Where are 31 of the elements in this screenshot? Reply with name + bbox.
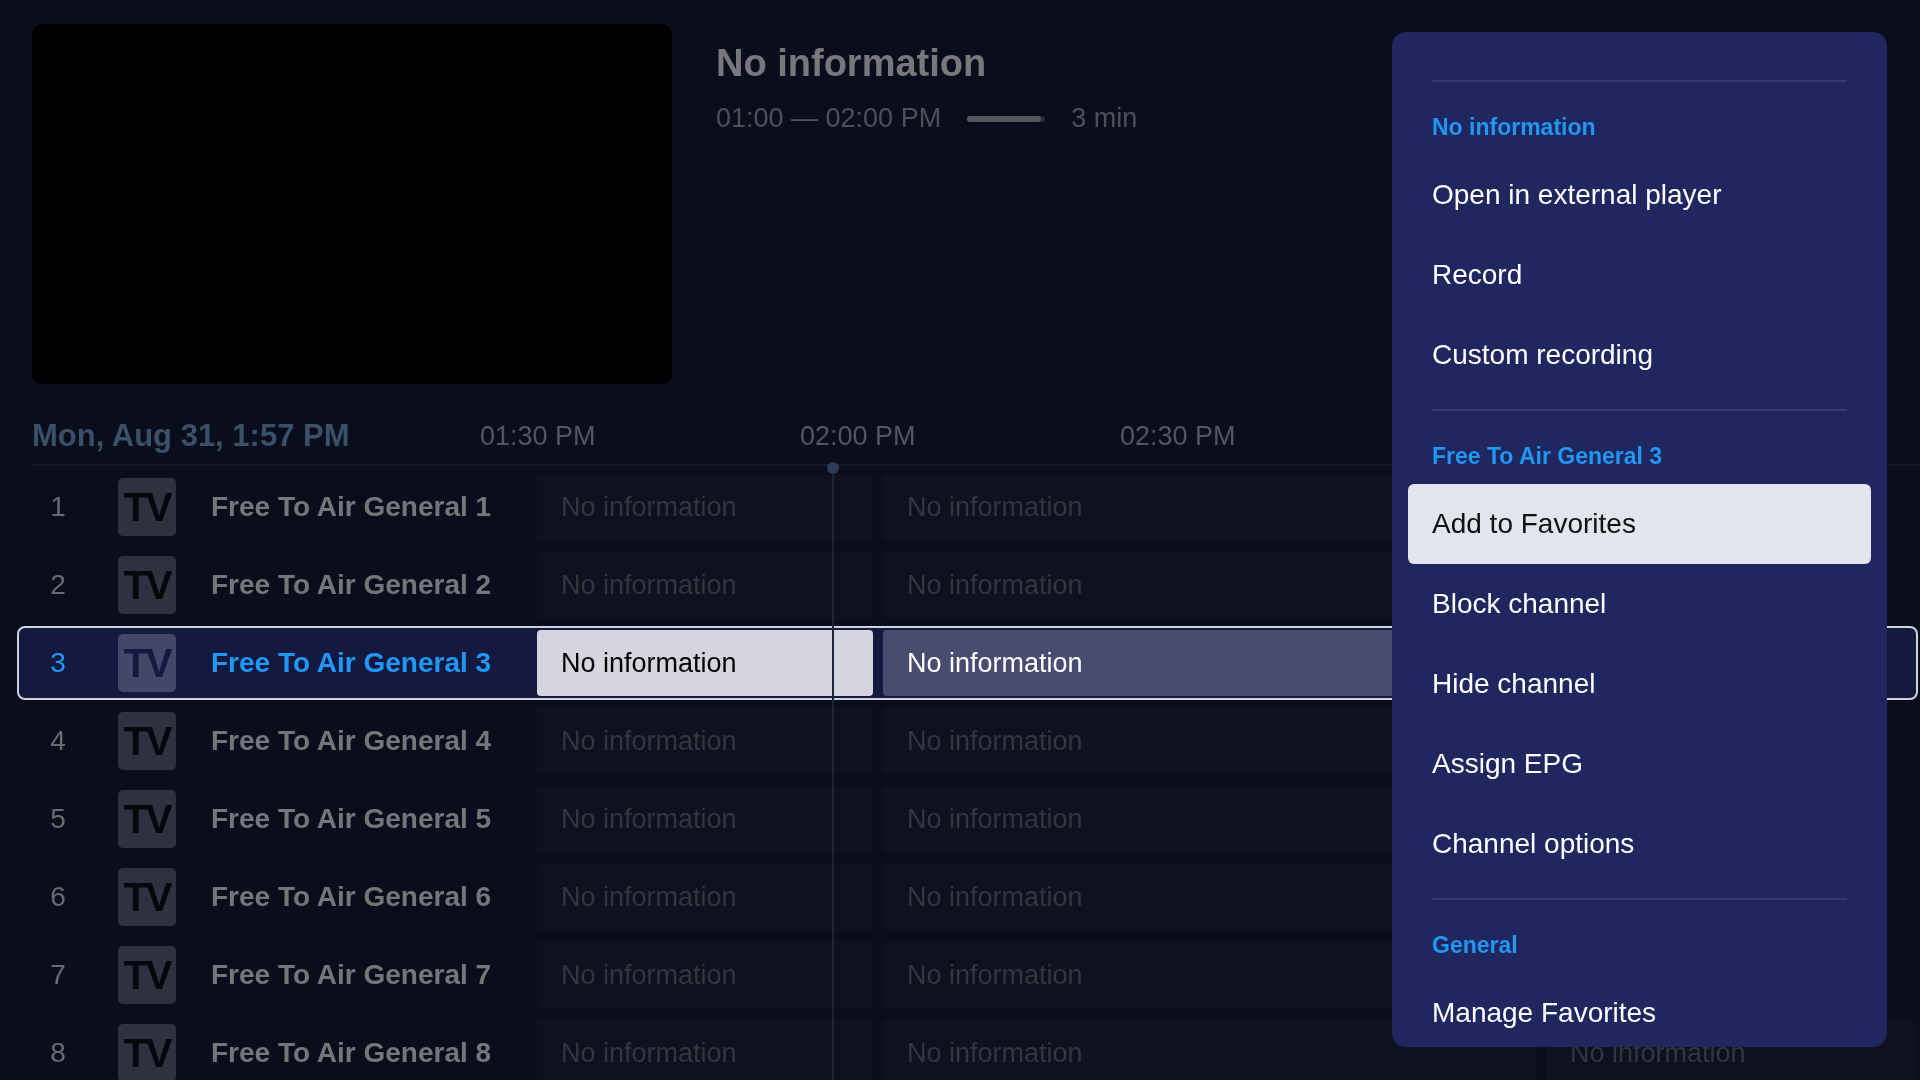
channel-number: 3 xyxy=(49,647,67,679)
channel-number: 2 xyxy=(49,569,67,601)
menu-section-header: Free To Air General 3 xyxy=(1432,443,1664,470)
time-slot-label: 02:00 PM xyxy=(800,420,917,452)
channel-name[interactable]: Free To Air General 6 xyxy=(176,881,537,913)
channel-name[interactable]: Free To Air General 7 xyxy=(176,959,537,991)
channel-name[interactable]: Free To Air General 3 xyxy=(176,647,537,679)
channel-number: 1 xyxy=(49,491,67,523)
channel-number: 5 xyxy=(49,803,67,835)
time-slot-label: 01:30 PM xyxy=(480,420,597,452)
channel-number: 4 xyxy=(49,725,67,757)
menu-item[interactable]: Open in external player xyxy=(1408,155,1871,235)
time-range: 01:00 — 02:00 PM xyxy=(716,103,942,134)
menu-section-header: No information xyxy=(1432,114,1597,141)
menu-item[interactable]: Add to Favorites xyxy=(1408,484,1871,564)
channel-name[interactable]: Free To Air General 8 xyxy=(176,1037,537,1069)
channel-number: 7 xyxy=(49,959,67,991)
remaining-time: 3 min xyxy=(1071,103,1138,134)
channel-name[interactable]: Free To Air General 4 xyxy=(176,725,537,757)
menu-item[interactable]: Record xyxy=(1408,235,1871,315)
channel-name[interactable]: Free To Air General 5 xyxy=(176,803,537,835)
channel-name[interactable]: Free To Air General 1 xyxy=(176,491,537,523)
program-cell[interactable]: No information xyxy=(537,630,873,696)
channel-number: 6 xyxy=(49,881,67,913)
program-title: No information xyxy=(716,42,988,85)
channel-number: 8 xyxy=(49,1037,67,1069)
time-slot-label: 02:30 PM xyxy=(1120,420,1237,452)
channel-name[interactable]: Free To Air General 2 xyxy=(176,569,537,601)
current-datetime: Mon, Aug 31, 1:57 PM xyxy=(32,418,351,454)
menu-item[interactable]: Custom recording xyxy=(1408,315,1871,395)
current-time-dot xyxy=(827,462,839,474)
